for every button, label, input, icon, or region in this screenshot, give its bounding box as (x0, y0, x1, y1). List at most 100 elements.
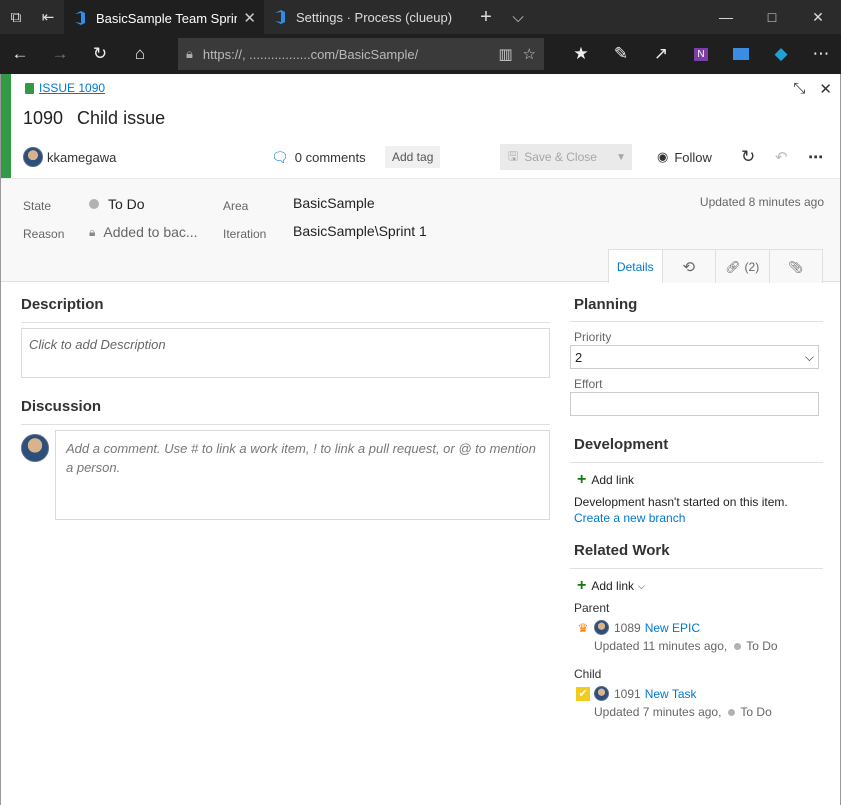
tab-links[interactable]: 🔗︎ (2) (715, 250, 769, 283)
iteration-field[interactable]: BasicSample\Sprint 1 (293, 223, 427, 239)
chevron-down-icon: ⌵ (638, 580, 645, 591)
child-status: Updated 7 minutes ago, To Do (594, 705, 772, 719)
maximize-icon[interactable]: □ (749, 0, 795, 34)
add-tag-button[interactable]: Add tag (385, 146, 441, 168)
planning-title: Planning (574, 296, 638, 313)
favorite-star-icon[interactable]: ☆ (523, 45, 536, 63)
priority-label: Priority (574, 330, 612, 344)
pen-icon[interactable]: ✎ (601, 34, 641, 74)
divider (570, 568, 823, 569)
parent-status: Updated 11 minutes ago, To Do (594, 639, 778, 653)
onenote-icon[interactable]: N (681, 34, 721, 74)
form-tabs: Details ⟲ 🔗︎ (2) 📎︎ (608, 249, 823, 283)
tab-manager-icon[interactable]: ⧉ (0, 0, 32, 34)
parent-item[interactable]: ♛ 1089 New EPIC (576, 620, 700, 635)
assigned-to[interactable]: kkamegawa (47, 150, 116, 165)
browser-tab[interactable]: Settings · Process (clueup) - (264, 0, 464, 34)
state-dot (728, 708, 736, 716)
tab-list-chevron-icon[interactable]: ⌵ (502, 0, 534, 34)
priority-value: 2 (575, 349, 583, 365)
description-input[interactable]: Click to add Description (21, 328, 550, 378)
comment-input[interactable]: Add a comment. Use # to link a work item… (55, 430, 550, 520)
work-item-title-text[interactable]: Child issue (77, 108, 165, 128)
paperclip-icon: 📎︎ (788, 259, 804, 274)
state-dot (734, 642, 742, 650)
azure-devops-icon (75, 11, 85, 25)
plus-icon: + (577, 577, 587, 594)
tab-details[interactable]: Details (609, 250, 662, 283)
priority-select[interactable]: 2 ⌵ (570, 345, 819, 369)
discussion-title: Discussion (21, 398, 102, 415)
set-tabs-aside-icon[interactable]: ⇤ (32, 0, 64, 34)
close-icon[interactable]: ✕ (819, 80, 832, 98)
task-check-icon: ✔ (576, 686, 590, 701)
close-tab-icon[interactable]: ✕ (243, 9, 256, 27)
minimize-icon[interactable]: — (703, 0, 749, 34)
related-add-link[interactable]: + Add link ⌵ (577, 577, 645, 595)
create-branch-link[interactable]: Create a new branch (574, 511, 685, 525)
feedback-icon[interactable] (721, 34, 761, 74)
undo-icon[interactable]: ↶ (775, 148, 788, 166)
close-window-icon[interactable]: ✕ (795, 0, 841, 34)
child-id: 1091 (614, 686, 641, 701)
add-link-label: Add link (591, 473, 635, 487)
work-item-id: 1090 (23, 108, 64, 128)
issue-type-icon (25, 82, 34, 94)
avatar (594, 620, 609, 635)
links-count: (2) (744, 259, 760, 274)
parent-title[interactable]: New EPIC (645, 621, 700, 635)
lock-icon: 🔒︎ (186, 46, 193, 61)
address-bar[interactable]: 🔒︎ https://, .................com/BasicS… (178, 38, 544, 70)
more-options-icon[interactable]: ⋯ (801, 34, 841, 74)
development-add-link[interactable]: + Add link (577, 471, 634, 489)
updated-text[interactable]: Updated 8 minutes ago (700, 195, 824, 209)
area-field[interactable]: BasicSample (293, 195, 375, 211)
home-icon[interactable]: ⌂ (120, 34, 160, 74)
work-item-header: ISSUE 1090 ⤡ ✕ 1090 Child issue kkamegawa… (1, 74, 840, 178)
state-dot (89, 199, 99, 209)
state-field[interactable]: To Do (89, 196, 145, 212)
plus-icon: + (577, 471, 587, 488)
parent-state: To Do (746, 639, 778, 653)
comment-icon: 🗨︎ (271, 148, 289, 165)
tab-history[interactable]: ⟲ (661, 250, 716, 283)
child-state: To Do (740, 705, 772, 719)
effort-input[interactable] (570, 392, 819, 416)
state-value: To Do (108, 196, 145, 212)
refresh-icon[interactable]: ↻ (741, 147, 755, 167)
parent-updated: Updated 11 minutes ago, (594, 639, 728, 653)
iteration-label: Iteration (223, 227, 267, 241)
extension-shield-icon[interactable]: ◆ (761, 34, 801, 74)
reading-view-icon[interactable]: ▥ (498, 45, 512, 63)
refresh-icon[interactable]: ↻ (80, 34, 120, 74)
share-icon[interactable]: ↗ (641, 34, 681, 74)
follow-button[interactable]: ◉ Follow (657, 149, 712, 165)
comments-link[interactable]: 🗨︎ 0 comments (271, 149, 366, 166)
child-item[interactable]: ✔ 1091 New Task (576, 686, 697, 701)
follow-label: Follow (674, 149, 712, 165)
more-actions-icon[interactable]: ⋯ (808, 148, 823, 166)
back-arrow-icon[interactable]: ← (0, 34, 40, 74)
issue-type-label: ISSUE 1090 (39, 81, 106, 95)
epic-crown-icon: ♛ (577, 620, 589, 635)
tab-attachments[interactable]: 📎︎ (768, 250, 823, 283)
chevron-down-icon[interactable]: ▼ (616, 152, 626, 163)
child-title[interactable]: New Task (645, 687, 697, 701)
avatar (21, 434, 49, 462)
state-label: State (23, 199, 52, 213)
development-note: Development hasn't started on this item. (574, 495, 788, 509)
forward-arrow-icon[interactable]: → (40, 34, 80, 74)
new-tab-icon[interactable]: + (470, 0, 502, 34)
eye-icon: ◉ (657, 149, 669, 164)
azure-devops-icon (275, 10, 285, 24)
address-url: https://, .................com/BasicSamp… (202, 46, 419, 62)
work-item-title[interactable]: 1090 Child issue (23, 108, 165, 129)
collapse-icon[interactable]: ⤡ (793, 80, 805, 98)
divider (21, 424, 550, 425)
avatar (23, 147, 43, 167)
parent-label: Parent (574, 601, 610, 615)
browser-tab-active[interactable]: BasicSample Team Sprir ✕ (64, 0, 264, 34)
save-close-button[interactable]: 🖫︎ Save & Close ▼ (500, 144, 632, 170)
favorites-icon[interactable]: ★ (561, 34, 601, 74)
issue-type-link[interactable]: ISSUE 1090 (25, 81, 105, 95)
